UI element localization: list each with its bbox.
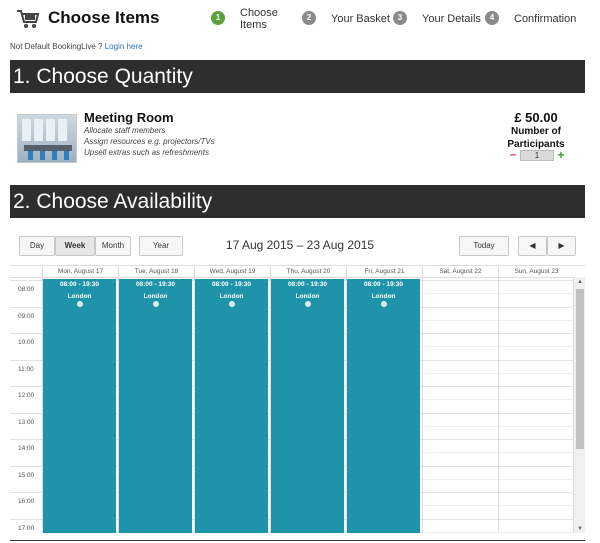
chair-shape [40, 151, 45, 160]
chevron-right-icon: ▶ [558, 241, 565, 250]
step-4-label: Confirmation [514, 13, 577, 25]
scroll-down-icon[interactable]: ▼ [574, 524, 585, 533]
slot-indicator-icon [228, 301, 235, 307]
price-box: £ 50.00 Number of Participants [500, 110, 572, 151]
quantity-stepper: – 1 + [508, 149, 568, 162]
step-1-label: Choose Items [240, 7, 278, 31]
step-3-label: Your Details [422, 13, 481, 25]
slot-location: London [143, 293, 168, 300]
day-header: Mon, August 17 [42, 266, 118, 277]
calendar-scrollbar[interactable]: ▲ ▼ [573, 277, 585, 533]
slot-time: 08:00 - 19:30 [287, 281, 328, 288]
view-month-button[interactable]: Month [95, 236, 131, 256]
slot-time: 08:00 - 19:30 [135, 281, 176, 288]
day-header: Thu, August 20 [270, 266, 346, 277]
chair-shape [52, 151, 57, 160]
login-link[interactable]: Login here [105, 42, 143, 51]
slot-indicator-icon [76, 301, 83, 307]
window-pane [46, 119, 55, 141]
time-label: 09:00 [18, 312, 35, 320]
day-header: Sun, August 23 [498, 266, 574, 277]
time-label: 17:00 [18, 524, 35, 532]
day-column-divider [498, 278, 499, 533]
product-desc-3: Upsell extras such as refreshments [84, 148, 209, 157]
slot-location: London [371, 293, 396, 300]
slot-location: London [219, 293, 244, 300]
step-2-label: Your Basket [331, 13, 390, 25]
window-pane [22, 119, 31, 141]
day-header: Wed, August 19 [194, 266, 270, 277]
time-label: 08:00 [18, 286, 35, 293]
time-label: 10:00 [18, 339, 35, 346]
scroll-thumb[interactable] [576, 289, 584, 449]
week-calendar: Mon, August 17 Tue, August 18 Wed, August … [10, 265, 585, 533]
chevron-left-icon: ◀ [529, 241, 536, 250]
login-prefix: Not Default BookingLive ? [10, 42, 103, 51]
time-label: 11:00 [18, 365, 34, 373]
step-2-icon: 2 [302, 11, 316, 25]
prev-week-button[interactable]: ◀ [518, 236, 547, 256]
step-3-icon: 3 [393, 11, 407, 25]
view-week-button[interactable]: Week [55, 236, 95, 256]
meeting-room-image [17, 114, 77, 163]
scroll-up-icon[interactable]: ▲ [574, 277, 585, 287]
time-label: 15:00 [18, 471, 35, 479]
availability-slot[interactable]: 08:00 - 19:30 London [347, 279, 420, 533]
slot-indicator-icon [380, 301, 387, 307]
header: Choose Items 1 Choose Items 2 Your Baske… [0, 0, 600, 40]
availability-slot[interactable]: 08:00 - 19:30 London [119, 279, 192, 533]
view-day-button[interactable]: Day [19, 236, 55, 256]
decrease-quantity-button[interactable]: – [508, 150, 518, 161]
day-header: Tue, August 18 [118, 266, 194, 277]
view-year-button[interactable]: Year [139, 236, 183, 256]
day-header: Fri, August 21 [346, 266, 422, 277]
slot-location: London [67, 293, 92, 300]
time-label: 13:00 [18, 418, 35, 426]
next-week-button[interactable]: ▶ [547, 236, 576, 256]
product-name: Meeting Room [84, 110, 174, 125]
slot-time: 08:00 - 19:30 [59, 281, 100, 288]
product-desc-2: Assign resources e.g. projectors/TVs [84, 137, 215, 146]
window-pane [58, 119, 67, 141]
availability-slot[interactable]: 08:00 - 19:30 London [43, 279, 116, 533]
chair-shape [64, 151, 69, 160]
time-label: 14:00 [18, 445, 35, 452]
participants-label-line-1: Number of [511, 126, 561, 137]
window-pane [34, 119, 43, 141]
calendar-grid: 08:00 09:00 10:00 11:00 12:00 13:00 14:00 15:00… [10, 277, 575, 533]
time-label: 16:00 [18, 498, 35, 505]
day-header: Sat, August 22 [422, 266, 498, 277]
availability-slot[interactable]: 08:00 - 19:30 London [271, 279, 344, 533]
availability-slot[interactable]: 08:00 - 19:30 London [195, 279, 268, 533]
step-4-icon: 4 [485, 11, 499, 25]
bottom-divider [10, 540, 585, 541]
date-range-title: 17 Aug 2015 – 23 Aug 2015 [225, 238, 375, 252]
product-desc-1: Allocate staff members [84, 126, 166, 135]
slot-location: London [295, 293, 320, 300]
section-choose-availability: 2. Choose Availability [10, 185, 585, 218]
progress-steps: 1 Choose Items 2 Your Basket 3 Your Deta… [0, 0, 600, 40]
increase-quantity-button[interactable]: + [556, 149, 566, 161]
step-1-icon: 1 [211, 11, 225, 25]
slot-time: 08:00 - 19:30 [211, 281, 252, 288]
today-button[interactable]: Today [459, 236, 509, 256]
day-column-divider [422, 278, 423, 533]
section-choose-quantity: 1. Choose Quantity [10, 60, 585, 93]
slot-indicator-icon [152, 301, 159, 307]
quantity-input[interactable]: 1 [520, 150, 554, 161]
chair-shape [28, 151, 33, 160]
slot-indicator-icon [304, 301, 311, 307]
slot-time: 08:00 - 19:30 [363, 281, 404, 288]
product-price: £ 50.00 [514, 110, 558, 125]
login-line: Not Default BookingLive ? Login here [10, 42, 143, 51]
time-label: 12:00 [18, 392, 35, 399]
